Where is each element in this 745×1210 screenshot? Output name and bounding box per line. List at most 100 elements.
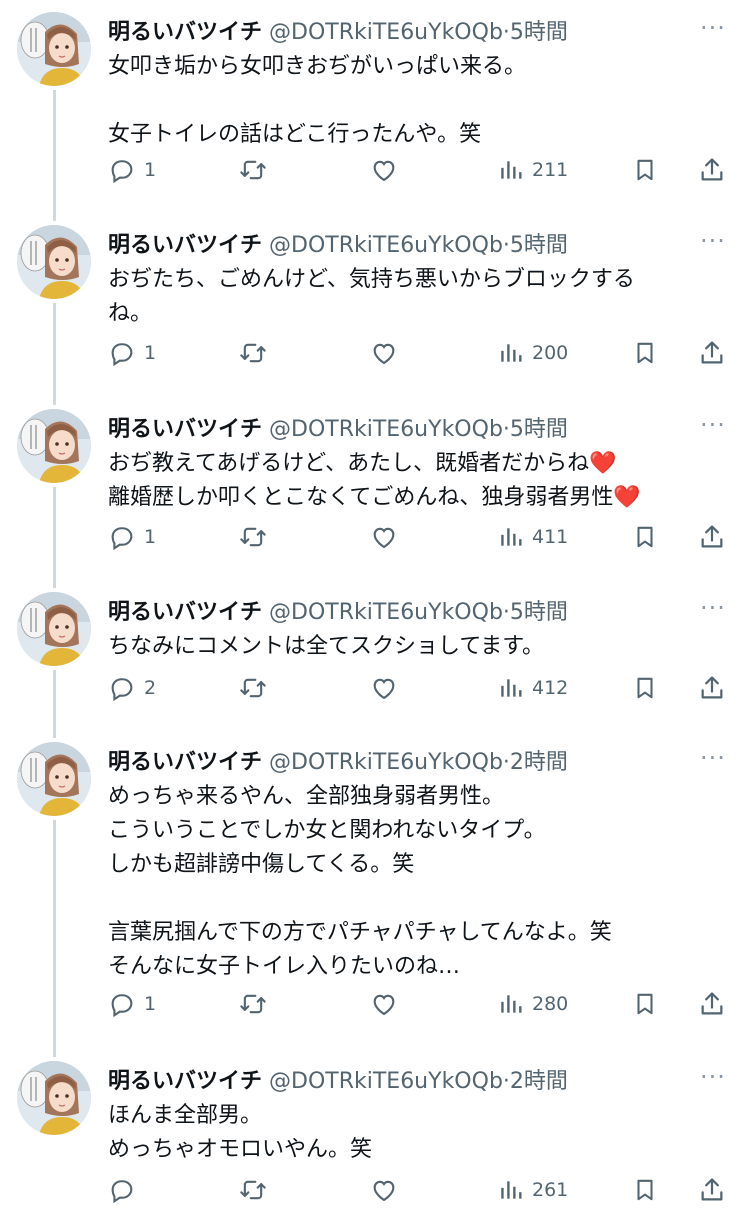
- like-button[interactable]: [370, 984, 398, 1024]
- reply-count: 2: [144, 677, 157, 699]
- retweet-icon: [238, 339, 268, 367]
- tweet[interactable]: 明るいバツイチ @DOTRkiTE6uYkOQb·5時間 ··· おぢたち、ごめんけ…: [0, 225, 745, 409]
- action-bar: 2 412: [0, 668, 745, 708]
- retweet-icon: [238, 990, 268, 1018]
- author-name[interactable]: 明るいバツイチ: [108, 417, 262, 442]
- more-icon[interactable]: ···: [697, 413, 729, 443]
- reply-button[interactable]: 1: [108, 150, 156, 190]
- tweet[interactable]: 明るいバツイチ @DOTRkiTE6uYkOQb·2時間 ··· めっちゃ来るやん、…: [0, 742, 745, 1061]
- tweet[interactable]: 明るいバツイチ @DOTRkiTE6uYkOQb·2時間 ··· ほんま全部男。 めっ…: [0, 1061, 745, 1204]
- like-button[interactable]: [370, 1170, 398, 1210]
- bookmark-icon: [632, 1176, 658, 1204]
- more-icon[interactable]: ···: [697, 746, 729, 776]
- avatar[interactable]: [17, 225, 91, 299]
- more-icon[interactable]: ···: [697, 1065, 729, 1095]
- like-button[interactable]: [370, 668, 398, 708]
- text-line: こういうことでしか女と関われないタイプ。: [108, 818, 546, 843]
- share-button[interactable]: [698, 984, 726, 1024]
- views-icon: [498, 674, 524, 702]
- tweet[interactable]: 明るいバツイチ @DOTRkiTE6uYkOQb·5時間 ··· おぢ教えてあげるけ…: [0, 409, 745, 592]
- views-button[interactable]: 211: [498, 150, 568, 190]
- share-icon: [698, 156, 726, 184]
- retweet-button[interactable]: [238, 150, 268, 190]
- bookmark-button[interactable]: [632, 150, 658, 190]
- reply-button[interactable]: 1: [108, 517, 156, 557]
- author-name[interactable]: 明るいバツイチ: [108, 1069, 262, 1094]
- tweet-text: ほんま全部男。めっちゃオモロいやん。笑: [108, 1099, 715, 1167]
- avatar[interactable]: [17, 12, 91, 86]
- retweet-icon: [238, 156, 268, 184]
- like-button[interactable]: [370, 150, 398, 190]
- text-line: ほんま全部男。: [108, 1103, 263, 1128]
- views-button[interactable]: 412: [498, 668, 568, 708]
- timestamp[interactable]: 2時間: [510, 750, 568, 775]
- avatar[interactable]: [17, 1061, 91, 1135]
- text-line: めっちゃ来るやん、全部独身弱者男性。: [108, 784, 505, 809]
- author-name[interactable]: 明るいバツイチ: [108, 20, 262, 45]
- author-handle[interactable]: @DOTRkiTE6uYkOQb: [269, 1069, 503, 1094]
- timestamp[interactable]: 5時間: [510, 417, 568, 442]
- author-name[interactable]: 明るいバツイチ: [108, 233, 262, 258]
- reply-button[interactable]: 1: [108, 333, 156, 373]
- reply-button[interactable]: 1: [108, 984, 156, 1024]
- action-bar: 1 411: [0, 517, 745, 557]
- views-count: 280: [532, 993, 569, 1015]
- bookmark-button[interactable]: [632, 333, 658, 373]
- timestamp[interactable]: 2時間: [510, 1069, 568, 1094]
- tweet[interactable]: 明るいバツイチ @DOTRkiTE6uYkOQb·5時間 ··· 女叩き垢から女叩き…: [0, 12, 745, 225]
- reply-count: 1: [144, 526, 157, 548]
- like-button[interactable]: [370, 333, 398, 373]
- separator: ·: [502, 233, 510, 258]
- text-line: ちなみにコメントは全てスクショしてます。: [108, 634, 545, 659]
- more-icon[interactable]: ···: [697, 596, 729, 626]
- tweet-text: ちなみにコメントは全てスクショしてます。: [108, 630, 715, 664]
- bookmark-button[interactable]: [632, 1170, 658, 1210]
- retweet-button[interactable]: [238, 333, 268, 373]
- views-button[interactable]: 280: [498, 984, 568, 1024]
- reply-button[interactable]: 2: [108, 668, 156, 708]
- avatar[interactable]: [17, 592, 91, 666]
- share-button[interactable]: [698, 333, 726, 373]
- author-handle[interactable]: @DOTRkiTE6uYkOQb: [269, 20, 503, 45]
- retweet-icon: [238, 674, 268, 702]
- author-name[interactable]: 明るいバツイチ: [108, 600, 262, 625]
- share-button[interactable]: [698, 150, 726, 190]
- retweet-button[interactable]: [238, 1170, 268, 1210]
- share-button[interactable]: [698, 1170, 726, 1210]
- like-icon: [370, 339, 398, 367]
- author-handle[interactable]: @DOTRkiTE6uYkOQb: [269, 417, 503, 442]
- views-button[interactable]: 261: [498, 1170, 568, 1210]
- retweet-button[interactable]: [238, 517, 268, 557]
- action-bar: 1 211: [0, 150, 745, 190]
- share-button[interactable]: [698, 517, 726, 557]
- tweet[interactable]: 明るいバツイチ @DOTRkiTE6uYkOQb·5時間 ··· ちなみにコメントは…: [0, 592, 745, 742]
- like-button[interactable]: [370, 517, 398, 557]
- author-handle[interactable]: @DOTRkiTE6uYkOQb: [269, 233, 503, 258]
- more-icon[interactable]: ···: [697, 229, 729, 259]
- tweet-text: おぢたち、ごめんけど、気持ち悪いからブロックする ね。: [108, 263, 715, 331]
- text-line: めっちゃオモロいやん。笑: [108, 1137, 373, 1162]
- bookmark-button[interactable]: [632, 517, 658, 557]
- views-count: 411: [532, 526, 569, 548]
- retweet-button[interactable]: [238, 984, 268, 1024]
- share-button[interactable]: [698, 668, 726, 708]
- avatar[interactable]: [17, 409, 91, 483]
- timestamp[interactable]: 5時間: [510, 600, 568, 625]
- author-name[interactable]: 明るいバツイチ: [108, 750, 262, 775]
- views-button[interactable]: 200: [498, 333, 568, 373]
- author-handle[interactable]: @DOTRkiTE6uYkOQb: [269, 600, 503, 625]
- tweet-header: 明るいバツイチ @DOTRkiTE6uYkOQb·2時間: [108, 746, 695, 780]
- bookmark-button[interactable]: [632, 668, 658, 708]
- avatar[interactable]: [17, 742, 91, 816]
- timestamp[interactable]: 5時間: [510, 20, 568, 45]
- retweet-button[interactable]: [238, 668, 268, 708]
- author-handle[interactable]: @DOTRkiTE6uYkOQb: [269, 750, 503, 775]
- reply-button[interactable]: [108, 1170, 144, 1210]
- views-button[interactable]: 411: [498, 517, 568, 557]
- separator: ·: [502, 600, 510, 625]
- tweet-header: 明るいバツイチ @DOTRkiTE6uYkOQb·5時間: [108, 413, 695, 447]
- bookmark-icon: [632, 156, 658, 184]
- timestamp[interactable]: 5時間: [510, 233, 568, 258]
- bookmark-button[interactable]: [632, 984, 658, 1024]
- more-icon[interactable]: ···: [697, 16, 729, 46]
